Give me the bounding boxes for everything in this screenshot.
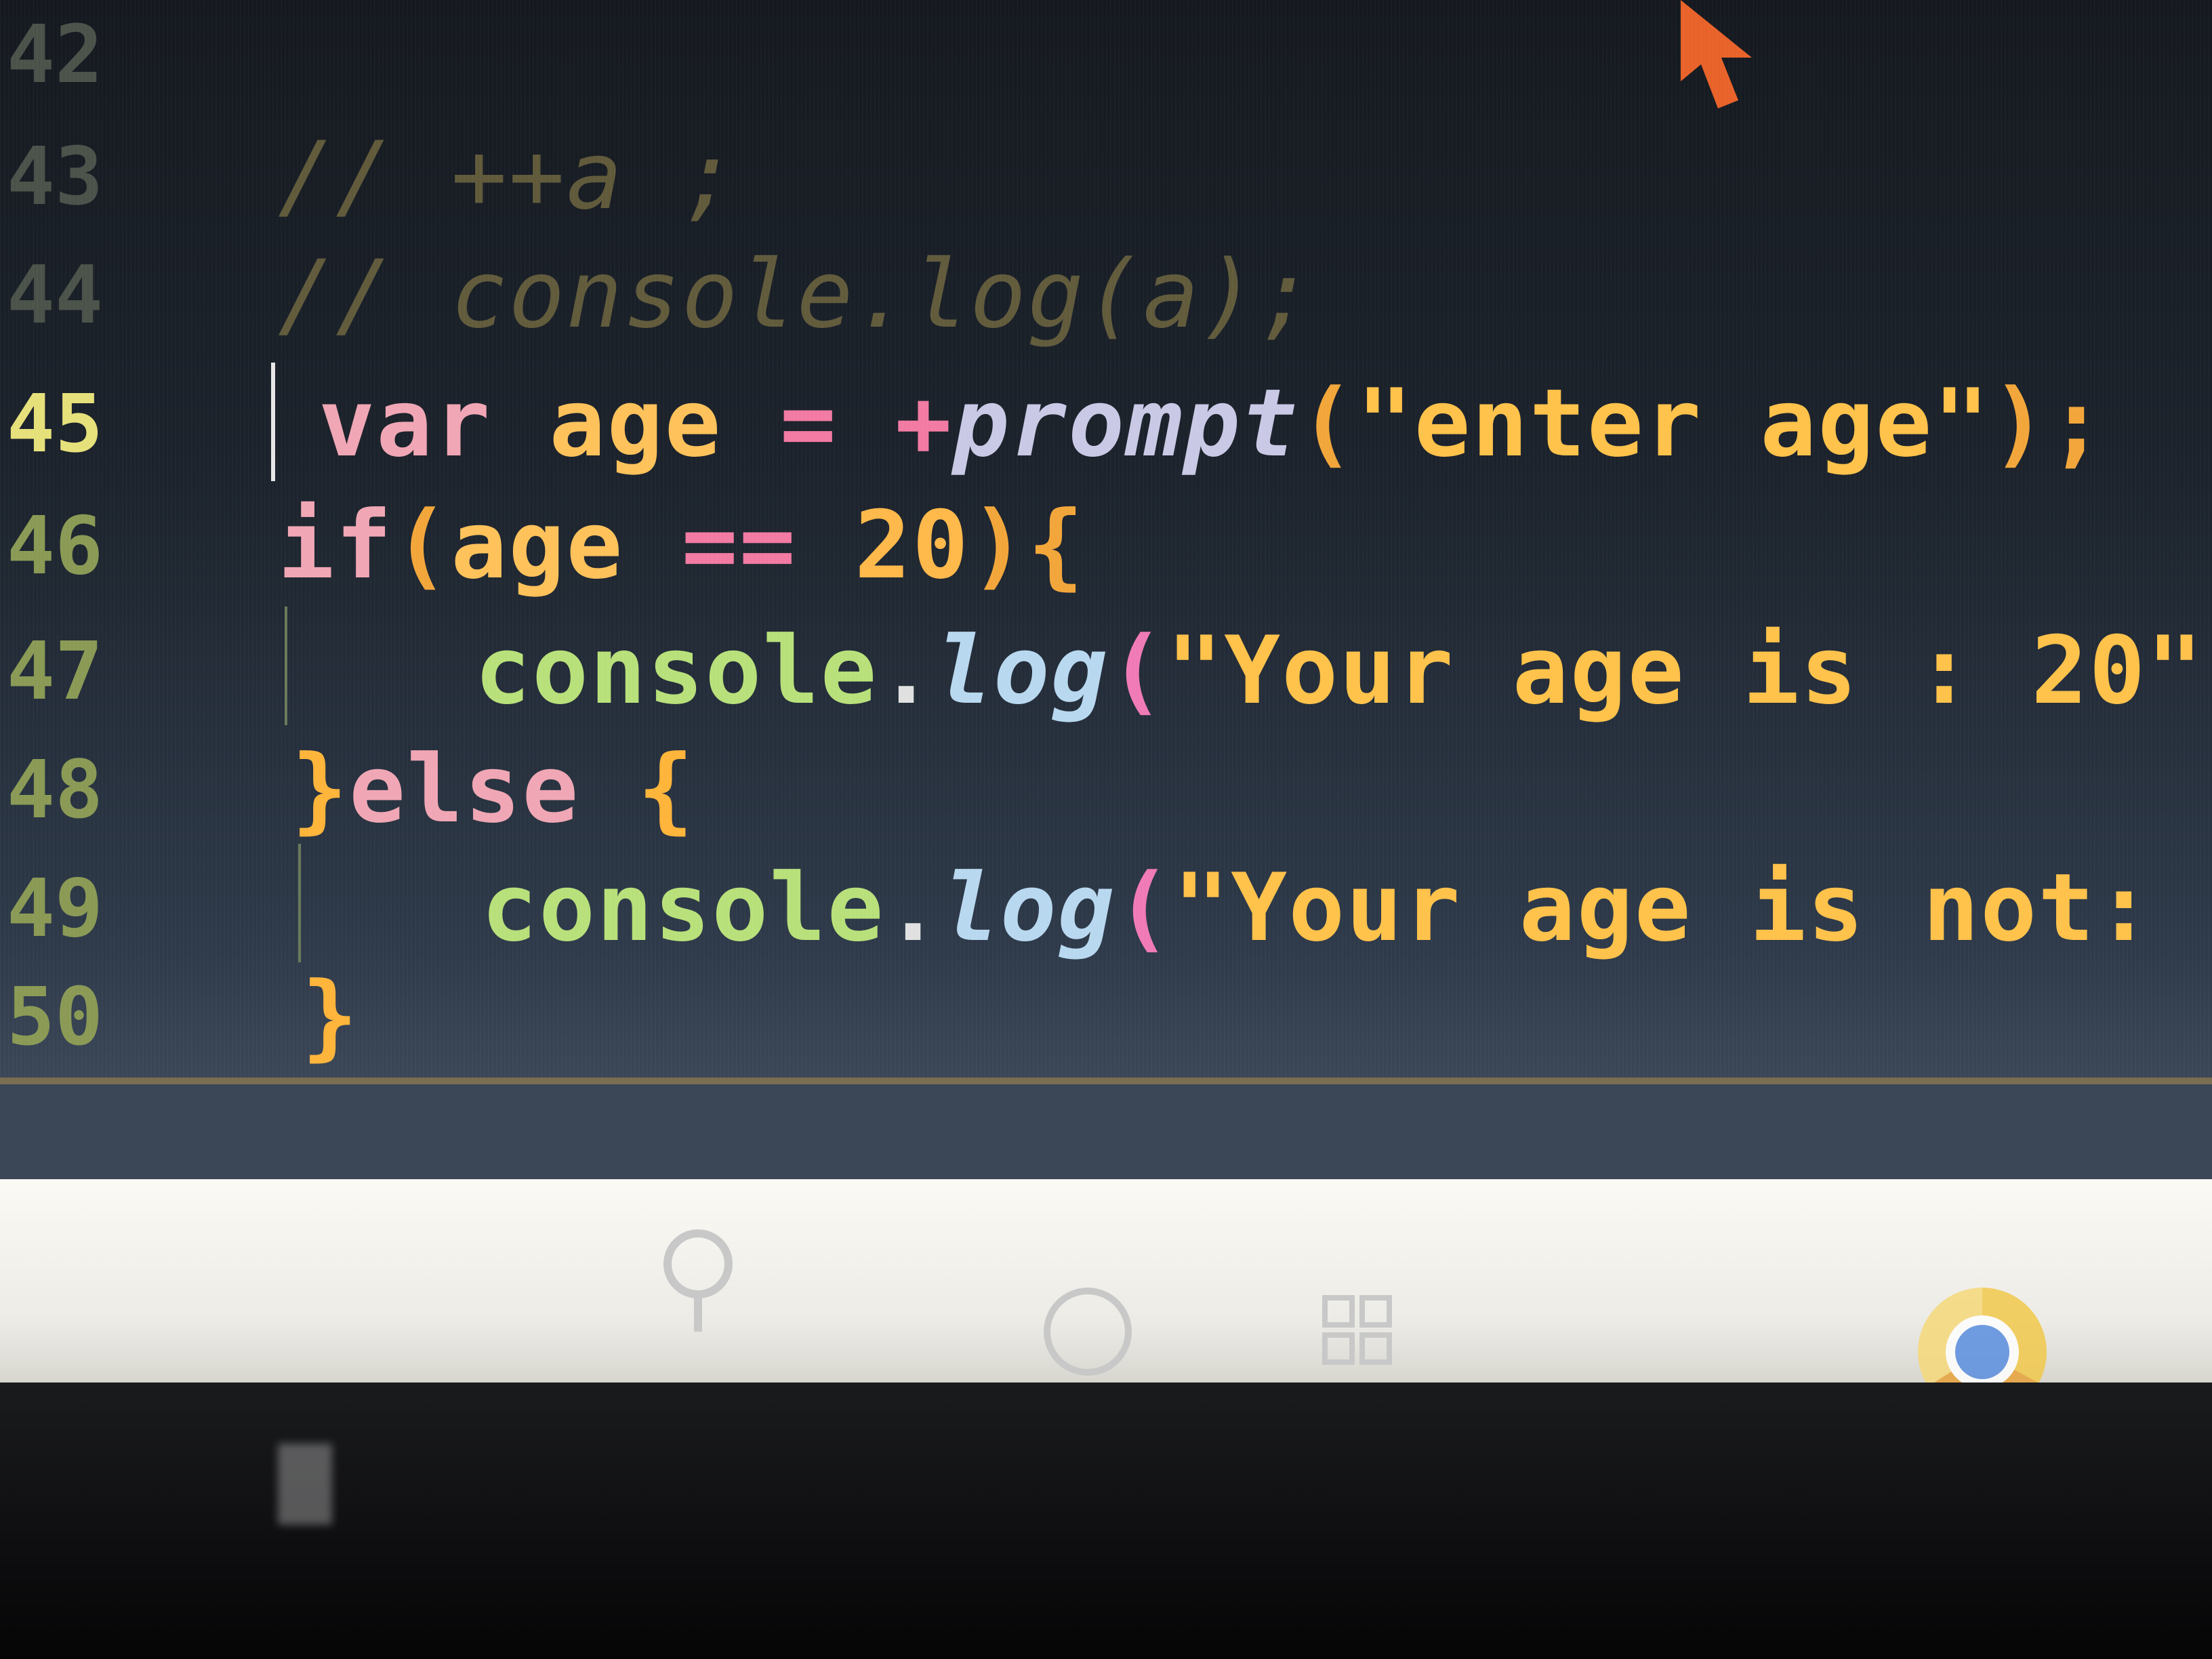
code-editor[interactable]: 42 43 // ++a ; 44 // console.log(a); 45 … <box>0 0 2212 1078</box>
number-literal: 20 <box>854 491 970 600</box>
method-name: log <box>942 853 1115 962</box>
identifier: age <box>549 369 722 478</box>
string-literal: "Your age is : 20" <box>1166 616 2205 725</box>
code-line: 47 console.log("Your age is : 20") <box>0 610 2212 732</box>
paren: ( <box>393 491 451 600</box>
object-name: console <box>474 616 878 725</box>
code-line-active: 45 var age = +prompt("enter age"); <box>0 363 2212 485</box>
code-line: 42 <box>0 0 2212 115</box>
operator: + <box>895 369 953 478</box>
code-text: }else { <box>291 729 695 851</box>
code-line: 44 // console.log(a); <box>0 234 2212 356</box>
line-number: 45 <box>7 377 104 470</box>
brace: } <box>302 962 360 1071</box>
paren: ( <box>1298 369 1357 478</box>
line-number: 47 <box>7 624 104 718</box>
operator: == <box>681 491 797 600</box>
paren: ); <box>1990 369 2106 478</box>
monitor-bezel <box>0 1382 2212 1659</box>
line-number: 44 <box>7 248 104 342</box>
line-number: 50 <box>7 970 104 1063</box>
line-number: 46 <box>7 499 104 592</box>
mouse-pointer-icon <box>1681 0 1752 108</box>
code-text: } <box>302 956 359 1078</box>
code-text: console.log("Your age is not: 20") <box>481 847 2212 969</box>
code-text: console.log("Your age is : 20") <box>474 610 2212 732</box>
method-name: log <box>935 616 1109 725</box>
identifier: age <box>451 491 624 600</box>
task-view-icon[interactable] <box>1322 1294 1396 1369</box>
keyword: else <box>349 735 580 844</box>
bottom-panel <box>0 1084 2212 1179</box>
code-text: // ++a ; <box>278 121 739 230</box>
string-literal: "enter age" <box>1356 369 1991 478</box>
brace: { <box>637 735 695 844</box>
code-line: 50 } <box>0 956 2212 1078</box>
line-number: 42 <box>7 7 104 101</box>
code-line: 46 if(age == 20){ <box>0 485 2212 607</box>
dot: . <box>878 616 936 725</box>
code-line: 48 }else { <box>0 729 2212 851</box>
code-line: 49 console.log("Your age is not: 20") <box>0 847 2212 969</box>
brace: } <box>291 735 350 844</box>
cortana-icon[interactable] <box>1044 1288 1132 1376</box>
indent-guide <box>298 844 301 962</box>
dot: . <box>884 853 943 962</box>
light-reflection <box>278 1443 332 1525</box>
paren: ( <box>1115 853 1174 962</box>
line-number: 43 <box>7 129 104 223</box>
paren: ){ <box>970 491 1086 600</box>
function-name: prompt <box>952 369 1299 478</box>
line-number: 49 <box>7 861 104 955</box>
keyword: var <box>319 369 492 478</box>
code-line: 43 // ++a ; <box>0 115 2212 237</box>
search-icon[interactable] <box>651 1229 745 1332</box>
line-number: 48 <box>7 743 104 836</box>
text-cursor <box>271 363 275 481</box>
paren: ) <box>2205 616 2212 725</box>
code-text: var age = +prompt("enter age"); <box>319 363 2106 485</box>
code-text: // console.log(a); <box>278 240 1316 349</box>
panel-divider <box>0 1078 2212 1084</box>
string-literal: "Your age is not: 20" <box>1173 853 2212 962</box>
code-text: if(age == 20){ <box>278 485 1085 607</box>
object-name: console <box>481 853 885 962</box>
operator: = <box>779 369 838 478</box>
taskbar <box>0 1179 2212 1416</box>
keyword: if <box>278 491 394 600</box>
indent-guide <box>285 607 287 725</box>
paren: ( <box>1108 616 1167 725</box>
